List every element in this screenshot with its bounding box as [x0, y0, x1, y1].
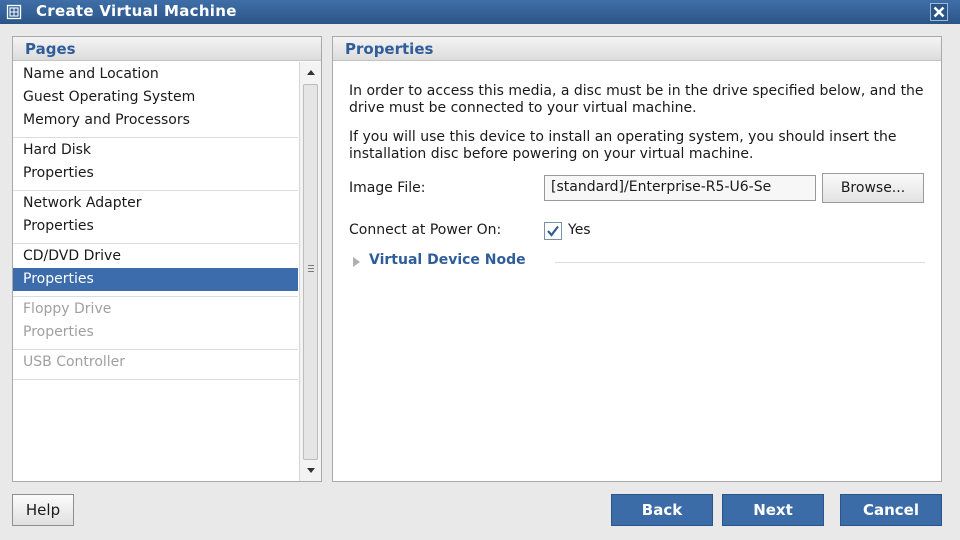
page-item-cd-dvd-drive[interactable]: CD/DVD Drive	[13, 245, 298, 268]
help-button[interactable]: Help	[12, 494, 74, 526]
image-file-field[interactable]: [standard]/Enterprise-R5-U6-Se	[544, 175, 816, 201]
back-button[interactable]: Back	[611, 494, 713, 526]
pages-header: Pages	[13, 37, 321, 61]
connect-label: Connect at Power On:	[349, 222, 502, 238]
page-item-hard-disk-properties[interactable]: Properties	[13, 162, 298, 185]
expand-triangle-icon	[353, 257, 360, 267]
image-file-row: Image File: [standard]/Enterprise-R5-U6-…	[349, 173, 925, 205]
virtual-device-node-expander[interactable]: Virtual Device Node	[349, 249, 925, 275]
next-button[interactable]: Next	[722, 494, 824, 526]
scroll-down-icon[interactable]	[300, 461, 322, 479]
properties-body: In order to access this media, a disc mu…	[333, 61, 941, 275]
browse-button[interactable]: Browse...	[822, 173, 924, 203]
page-group-cd-dvd-drive: CD/DVD Drive Properties	[13, 244, 298, 297]
page-item-floppy-drive: Floppy Drive	[23, 301, 112, 317]
section-divider	[555, 262, 925, 263]
page-group-floppy-drive: Floppy Drive Properties	[13, 297, 298, 350]
virtual-device-node-title: Virtual Device Node	[369, 252, 526, 268]
window-title: Create Virtual Machine	[36, 2, 237, 20]
scroll-thumb[interactable]	[303, 84, 318, 460]
page-item-memory-and-processors[interactable]: Memory and Processors	[13, 109, 298, 132]
page-item-network-adapter[interactable]: Network Adapter	[13, 192, 298, 215]
page-item-usb-controller: USB Controller	[23, 354, 126, 370]
image-file-label: Image File:	[349, 180, 426, 196]
cancel-button[interactable]: Cancel	[840, 494, 942, 526]
page-item-hard-disk[interactable]: Hard Disk	[13, 139, 298, 162]
title-bar: Create Virtual Machine	[0, 0, 960, 24]
close-icon[interactable]	[930, 3, 948, 21]
properties-panel: Properties In order to access this media…	[332, 36, 942, 482]
properties-header: Properties	[333, 37, 941, 61]
scroll-up-icon[interactable]	[300, 64, 322, 82]
page-item-network-adapter-properties[interactable]: Properties	[13, 215, 298, 238]
page-group-general: Name and Location Guest Operating System…	[13, 62, 298, 138]
page-group-hard-disk: Hard Disk Properties	[13, 138, 298, 191]
pages-scrollbar[interactable]	[299, 62, 321, 481]
page-item-cd-dvd-drive-properties[interactable]: Properties	[13, 268, 298, 291]
page-group-network-adapter: Network Adapter Properties	[13, 191, 298, 244]
connect-yes-label: Yes	[568, 222, 591, 238]
media-access-text: In order to access this media, a disc mu…	[349, 83, 924, 116]
page-item-name-and-location[interactable]: Name and Location	[13, 63, 298, 86]
page-item-guest-operating-system[interactable]: Guest Operating System	[13, 86, 298, 109]
page-item-floppy-drive-properties: Properties	[23, 324, 94, 340]
connect-row: Connect at Power On: Yes	[349, 217, 925, 247]
connect-checkbox[interactable]	[544, 222, 562, 240]
vm-icon	[6, 4, 22, 20]
pages-list: Name and Location Guest Operating System…	[13, 62, 298, 481]
checkmark-icon	[547, 225, 559, 237]
install-hint-text: If you will use this device to install a…	[349, 129, 897, 162]
scroll-grip-icon	[308, 265, 314, 274]
pages-panel: Pages Name and Location Guest Operating …	[12, 36, 322, 482]
page-group-usb-controller: USB Controller	[13, 350, 298, 380]
